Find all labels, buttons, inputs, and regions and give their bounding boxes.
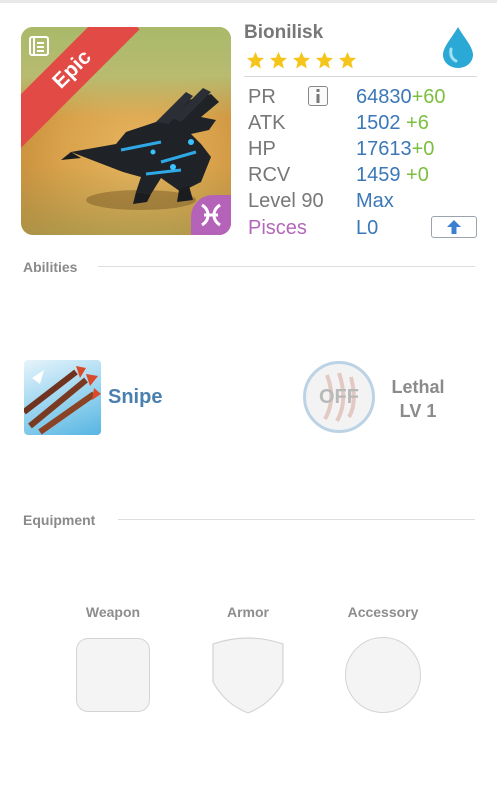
stat-atk-row: ATK 1502 +6 [248,111,478,135]
armor-label: Armor [226,604,269,620]
rcv-bonus: +0 [400,164,429,186]
hp-bonus: +0 [411,138,435,160]
star-rating [246,51,357,70]
star-icon [338,51,357,69]
equipment-title: Equipment [23,512,96,528]
star-icon [315,51,334,69]
stat-hp-row: HP 17613+0 [248,137,478,161]
weapon-slot[interactable] [76,638,150,712]
info-icon [316,89,320,103]
arrows-icon [24,366,101,435]
stat-level-value: Max [356,190,394,212]
stat-pr-value: 64830+60 [356,85,446,109]
atk-base: 1502 [356,112,401,134]
pr-bonus: +60 [411,86,446,108]
weapon-label: Weapon [85,604,141,620]
codex-book-icon[interactable] [28,35,50,57]
stat-pr-label: PR [248,86,276,108]
abilities-divider [98,266,475,267]
passive-ability-info: Lethal LV 1 [387,375,449,423]
atk-bonus: +6 [400,112,429,134]
hp-base: 17613 [356,138,412,160]
stat-level-row: Level 90 Max [248,189,478,213]
zodiac-upgrade-button[interactable] [431,216,477,238]
stat-hp-value: 17613+0 [356,137,434,161]
star-icon [292,51,311,69]
creature-portrait[interactable]: Epic [21,27,231,235]
creature-name: Bionilisk [244,22,324,43]
accessory-slot[interactable] [345,637,421,713]
name-divider [244,76,477,77]
accessory-label: Accessory [347,604,419,620]
stat-hp-label: HP [248,138,276,160]
info-button[interactable] [308,86,328,106]
arrow-up-icon [447,220,461,234]
passive-state: OFF [319,385,359,408]
stat-zodiac-value: L0 [356,217,379,239]
equipment-divider [118,519,475,520]
star-icon [269,51,288,69]
armor-slot[interactable] [211,634,285,714]
abilities-title: Abilities [23,259,78,275]
stat-atk-value: 1502 +6 [356,111,429,135]
lethal-passive-button[interactable]: OFF [303,361,375,433]
water-drop-icon [443,27,473,68]
snipe-ability-button[interactable] [24,360,101,435]
top-divider [0,0,497,3]
rcv-base: 1459 [356,164,401,186]
stat-pr-row: PR 64830+60 [248,85,478,109]
pr-base: 64830 [356,86,412,108]
stat-rcv-value: 1459 +0 [356,163,429,187]
stat-zodiac-row: Pisces L0 [248,216,478,240]
active-ability-name: Snipe [108,386,163,408]
stat-atk-label: ATK [248,112,286,134]
stat-zodiac-label: Pisces [248,217,307,239]
stat-rcv-row: RCV 1459 +0 [248,163,478,187]
passive-ability-name: Lethal [391,377,445,397]
passive-ability-level: LV 1 [399,401,437,421]
star-icon [246,51,265,69]
pisces-icon [201,203,221,227]
stat-rcv-label: RCV [248,164,291,186]
zodiac-badge [191,195,231,235]
stat-level-label: Level 90 [248,190,324,212]
